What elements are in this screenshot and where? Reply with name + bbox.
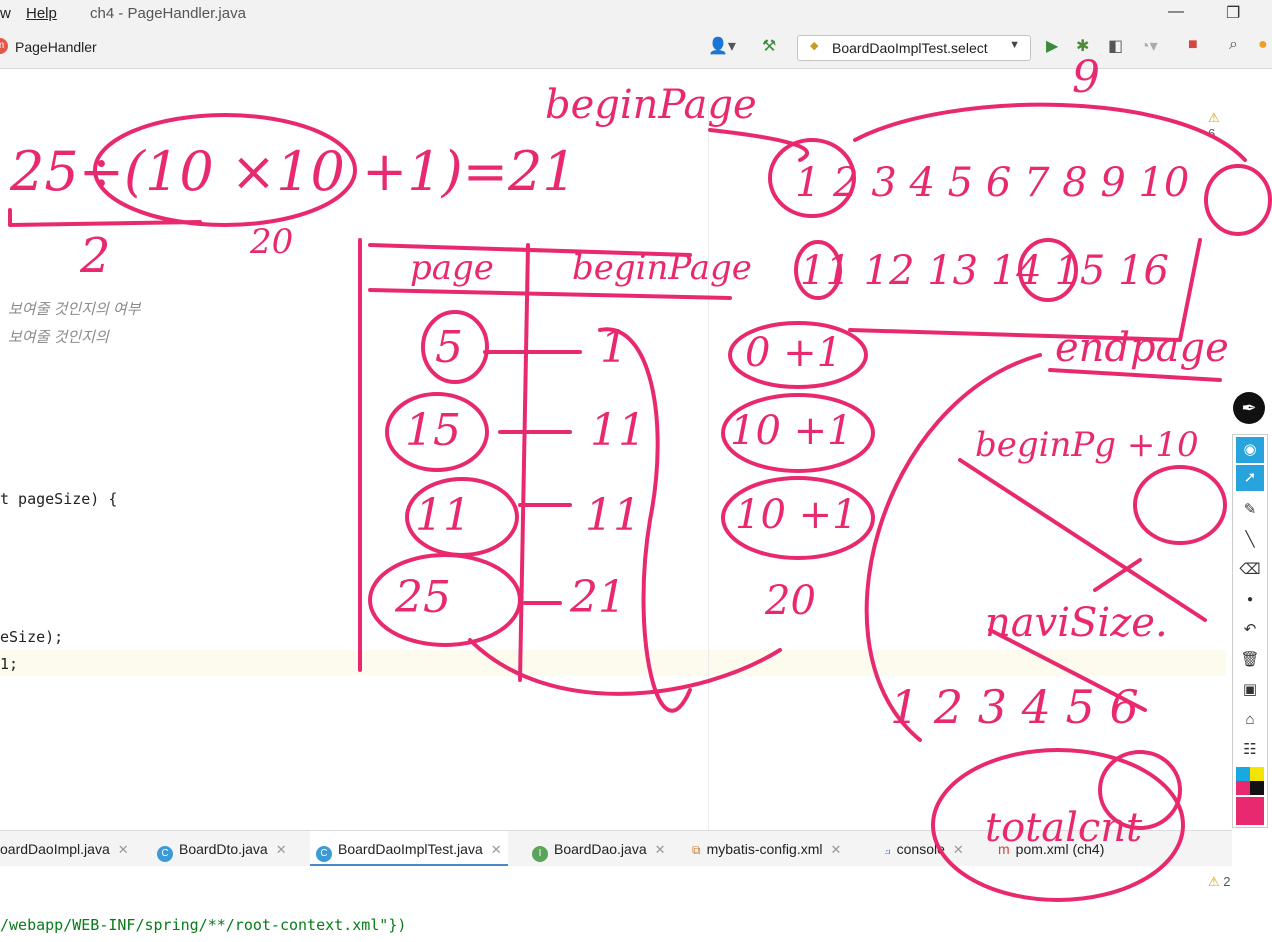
annotation-tools: ◉ ➚ ✎ ╲ ⌫ ● ↶ 🗑 ▣ ⌂ ☷ [1232, 434, 1268, 828]
console-icon: ⟓ [884, 841, 891, 857]
code-line: 1; [0, 655, 19, 673]
clipboard-icon[interactable]: ☷ [1236, 737, 1264, 763]
coverage-icon[interactable]: ◧ [1108, 36, 1123, 56]
lower-editor[interactable]: ⚠ 2 /webapp/WEB-INF/spring/**/root-conte… [0, 866, 1232, 942]
code-line: /webapp/WEB-INF/spring/**/root-context.x… [0, 916, 407, 934]
ink-table-head-begin: beginPage [572, 248, 752, 288]
ink-formula: 25÷(10 ×10 +1)=21 [10, 140, 577, 203]
ink-label-2: 2 [80, 228, 111, 284]
highlighter-icon[interactable]: ✎ [1236, 497, 1264, 523]
warning-icon: ⚠ [1208, 874, 1220, 889]
menu-view[interactable]: w [0, 5, 11, 22]
ink-table-head-page: page [410, 248, 494, 288]
code-line: eSize); [0, 628, 64, 646]
board-icon[interactable]: ▣ [1236, 677, 1264, 703]
run-configuration-select[interactable]: ◆ BoardDaoImplTest.select ▼ [797, 35, 1031, 61]
run-configuration-label: BoardDaoImplTest.select [832, 40, 988, 56]
ink-table-calc: 20 [765, 578, 816, 624]
annotation-toolbar: ✒ ◉ ➚ ✎ ╲ ⌫ ● ↶ 🗑 ▣ ⌂ ☷ [1232, 392, 1268, 828]
ink-bottom-nums: 1 2 3 4 5 6 [890, 680, 1139, 734]
user-account-icon[interactable]: 👤▾ [708, 36, 736, 56]
ink-table-calc: 0 +1 [745, 330, 843, 376]
ink-table-page: 11 [415, 490, 471, 541]
ink-table-begin: 21 [570, 572, 626, 623]
color-palette[interactable] [1236, 767, 1264, 795]
interface-icon: I [532, 846, 548, 862]
ink-table-begin: 11 [585, 490, 641, 541]
close-icon[interactable]: ✕ [276, 842, 287, 857]
stop-icon[interactable]: ■ [1188, 36, 1198, 54]
ink-label-20: 20 [250, 222, 294, 262]
close-icon[interactable]: ✕ [655, 842, 666, 857]
trash-icon[interactable]: 🗑 [1236, 647, 1264, 673]
warnings-indicator[interactable]: ⚠ 2 [1208, 874, 1231, 890]
right-margin-guide [708, 100, 709, 830]
maximize-icon[interactable]: ❐ [1226, 3, 1240, 23]
menu-help[interactable]: Help [26, 5, 57, 22]
ink-bottom-word: totalcnt [985, 805, 1143, 851]
ink-endpage: endpage [1055, 325, 1229, 371]
breadcrumb-file[interactable]: PageHandler [15, 39, 97, 55]
dot-size-icon[interactable]: ● [1236, 587, 1264, 613]
undo-icon[interactable]: ↶ [1236, 617, 1264, 643]
code-line: t pageSize) { [0, 490, 118, 508]
config-icon: ◆ [810, 40, 819, 52]
search-icon[interactable]: ⌕ [1229, 36, 1238, 54]
close-icon[interactable]: ✕ [953, 842, 964, 857]
code-comment: 보여줄 것인지의 [8, 329, 109, 346]
ink-count-9: 9 [1072, 52, 1100, 103]
xml-file-icon: ⧉ [692, 843, 701, 857]
ink-table-page: 25 [395, 572, 451, 623]
minimize-icon[interactable]: — [1168, 3, 1184, 21]
ink-page-row-2: 11 12 13 14 15 16 [800, 248, 1169, 294]
ink-table-page: 5 [435, 322, 463, 373]
close-icon[interactable]: ✕ [831, 842, 842, 857]
chevron-down-icon: ▼ [1009, 39, 1020, 51]
warning-count: 2 [1223, 874, 1231, 889]
ink-table-begin: 11 [590, 405, 646, 456]
title-bar: w Help ch4 - PageHandler.java — ❐ [0, 0, 1272, 28]
eraser-icon[interactable]: ⌫ [1236, 557, 1264, 583]
warning-icon: ⚠ [1208, 110, 1220, 125]
tab-console[interactable]: ⟓ console ✕ [884, 831, 964, 867]
profile-icon[interactable]: ◔▾ [1140, 36, 1158, 56]
camera-icon[interactable]: ⌂ [1236, 707, 1264, 733]
ink-navisize: naviSize. [985, 600, 1168, 646]
tab-mybatis-config[interactable]: ⧉ mybatis-config.xml ✕ [692, 831, 841, 867]
eye-icon[interactable]: ◉ [1236, 437, 1264, 463]
tab-boarddto[interactable]: C BoardDto.java ✕ [157, 831, 287, 867]
cursor-arrow-icon[interactable]: ➚ [1236, 465, 1264, 491]
ink-table-calc: 10 +1 [735, 492, 858, 538]
ink-beginpage-top: beginPage [545, 82, 757, 128]
tab-boarddaoimpl[interactable]: oardDaoImpl.java ✕ [0, 831, 129, 867]
build-hammer-icon[interactable]: ⚒ [762, 36, 776, 56]
ink-table-calc: 10 +1 [730, 408, 853, 454]
class-icon: C [316, 846, 332, 862]
current-line-highlight [0, 650, 1226, 676]
ink-table-page: 15 [405, 405, 461, 456]
tab-boarddaoimpltest[interactable]: C BoardDaoImplTest.java ✕ [310, 831, 508, 867]
window-title: ch4 - PageHandler.java [90, 5, 246, 22]
ink-page-row-1: 1 2 3 4 5 6 7 8 9 10 [795, 160, 1190, 206]
pen-logo-icon[interactable]: ✒ [1233, 392, 1265, 424]
line-tool-icon[interactable]: ╲ [1236, 527, 1264, 553]
tab-boarddao[interactable]: I BoardDao.java ✕ [532, 831, 666, 867]
code-comment: 보여줄 것인지의 여부 [8, 301, 141, 318]
run-icon[interactable]: ▶ [1046, 36, 1058, 56]
warnings-indicator[interactable]: ⚠ 6 [1208, 110, 1226, 141]
maven-file-icon: m [0, 38, 8, 54]
ink-table-begin: 1 [600, 322, 628, 373]
ink-begin-plus: beginPg +10 [975, 425, 1199, 465]
selected-color-swatch[interactable] [1236, 797, 1264, 825]
class-icon: C [157, 846, 173, 862]
warning-count: 6 [1208, 126, 1216, 141]
close-icon[interactable]: ✕ [491, 842, 502, 857]
close-icon[interactable]: ✕ [118, 842, 129, 857]
update-icon[interactable]: ● [1258, 36, 1268, 54]
